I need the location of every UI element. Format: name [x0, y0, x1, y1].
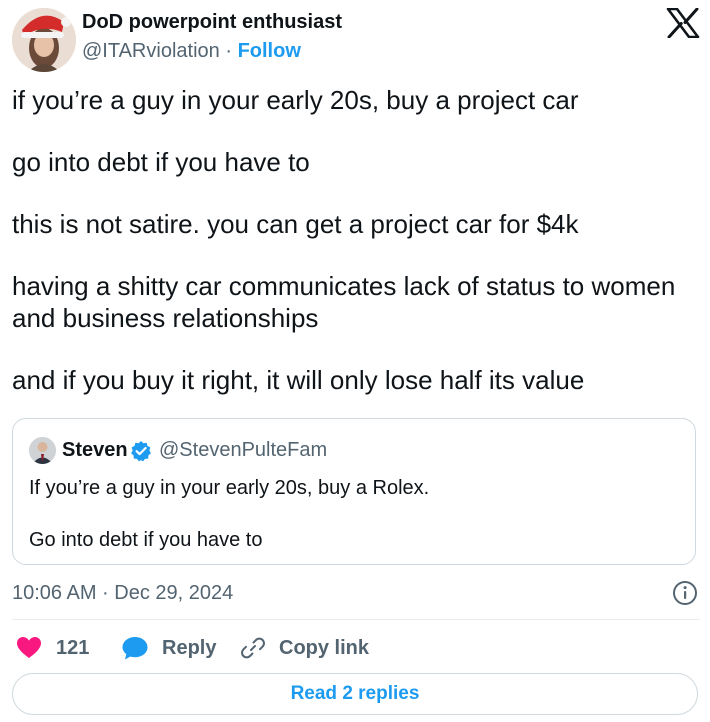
- tweet-paragraph: go into debt if you have to: [12, 147, 310, 177]
- quoted-paragraph: If you’re a guy in your early 20s, buy a…: [29, 477, 430, 499]
- link-icon: [241, 636, 265, 660]
- author-avatar[interactable]: [12, 8, 76, 72]
- reply-button[interactable]: Reply: [121, 630, 216, 666]
- quoted-tweet-text: If you’re a guy in your early 20s, buy a…: [29, 475, 679, 579]
- tweet-paragraph: if you’re a guy in your early 20s, buy a…: [12, 85, 579, 115]
- tweet-paragraph: this is not satire. you can get a projec…: [12, 209, 579, 239]
- quoted-tweet-card[interactable]: Steven @StevenPulteFam If you’re a guy i…: [12, 418, 696, 565]
- heart-icon: [16, 636, 42, 660]
- follow-button[interactable]: Follow: [238, 40, 301, 62]
- quoted-author-avatar: [29, 437, 56, 464]
- info-icon[interactable]: [672, 580, 698, 606]
- tweet-timestamp[interactable]: 10:06 AM · Dec 29, 2024: [12, 581, 233, 605]
- copy-link-button[interactable]: Copy link: [241, 630, 369, 666]
- speech-bubble-icon: [121, 635, 149, 661]
- author-name[interactable]: DoD powerpoint enthusiast: [82, 9, 342, 35]
- read-replies-button[interactable]: Read 2 replies: [12, 673, 698, 715]
- tweet-paragraph: and if you buy it right, it will only lo…: [12, 365, 585, 395]
- author-handle[interactable]: @ITARviolation: [82, 40, 220, 62]
- action-bar: 121 Reply Copy link: [0, 630, 710, 666]
- quoted-author-handle: @StevenPulteFam: [159, 439, 328, 461]
- like-count: 121: [56, 636, 90, 659]
- quoted-paragraph: Go into debt if you have to: [29, 529, 263, 551]
- x-logo-icon[interactable]: [666, 7, 700, 39]
- tweet-header: DoD powerpoint enthusiast @ITARviolation…: [0, 0, 710, 80]
- copy-link-label: Copy link: [279, 636, 370, 659]
- tweet-paragraph: having a shitty car communicates lack of…: [12, 271, 676, 333]
- quoted-author-name: Steven: [62, 439, 128, 461]
- tweet-text: if you’re a guy in your early 20s, buy a…: [12, 84, 702, 426]
- verified-badge-icon: [130, 440, 152, 462]
- like-button[interactable]: 121: [16, 630, 89, 666]
- separator-dot: ·: [225, 40, 232, 62]
- reply-label: Reply: [162, 636, 217, 659]
- divider: [12, 619, 700, 620]
- author-handle-row: @ITARviolation · Follow: [82, 38, 301, 64]
